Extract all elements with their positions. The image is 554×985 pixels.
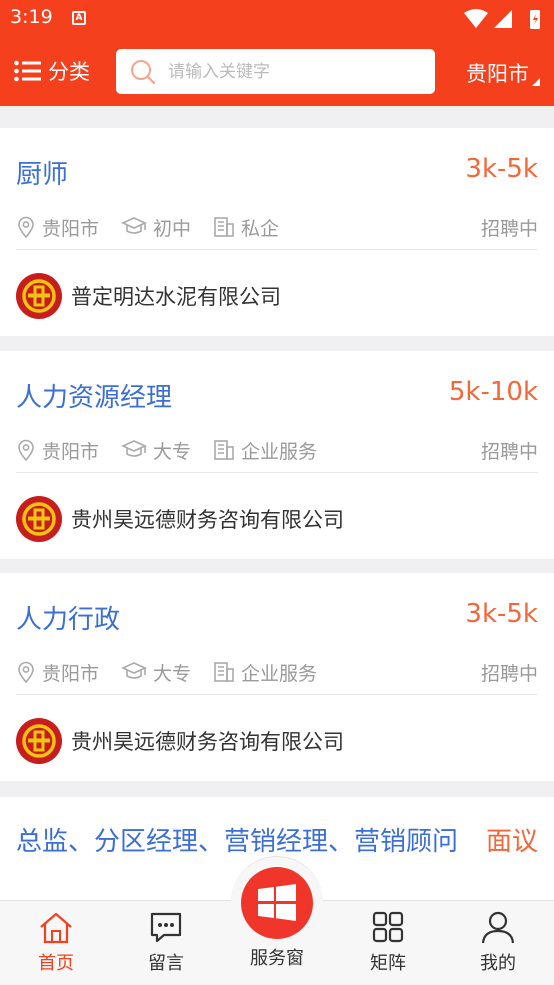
meta-education: 大专 — [121, 437, 191, 464]
job-title: 总监、分区经理、营销经理、营销顾问 — [16, 827, 459, 857]
building-icon — [214, 662, 234, 682]
app-header: 分类 贵阳市 — [0, 38, 554, 106]
signal-icon — [494, 10, 512, 28]
graduation-cap-icon — [121, 217, 147, 234]
building-icon — [214, 217, 234, 237]
building-icon — [214, 440, 234, 460]
job-card[interactable]: 人力资源经理 5k-10k 贵阳市 大专 企业服务 招聘中 贵州昊远德财务咨询有… — [0, 351, 554, 559]
meta-company-type: 企业服务 — [213, 659, 317, 686]
city-selector[interactable]: 贵阳市 — [466, 58, 540, 88]
status-icons — [464, 9, 540, 29]
grid-icon — [372, 911, 404, 943]
divider — [16, 472, 538, 473]
nav-matrix[interactable]: 矩阵 — [338, 901, 438, 985]
category-button[interactable]: 分类 — [14, 56, 90, 86]
home-icon — [40, 912, 72, 944]
nav-message-label: 留言 — [148, 953, 184, 974]
city-label: 贵阳市 — [466, 62, 529, 86]
job-title: 人力资源经理 — [16, 383, 173, 413]
nav-mine[interactable]: 我的 — [448, 901, 548, 985]
nav-mine-label: 我的 — [480, 953, 516, 974]
service-window-circle — [241, 866, 313, 939]
nav-home[interactable]: 首页 — [6, 901, 106, 985]
nav-service-label: 服务窗 — [250, 948, 304, 969]
meta-location: 贵阳市 — [16, 437, 99, 464]
user-icon — [481, 911, 515, 944]
dropdown-triangle-icon — [532, 78, 540, 86]
windows-logo-icon — [258, 883, 296, 921]
search-input[interactable] — [168, 61, 418, 82]
graduation-cap-icon — [121, 662, 147, 679]
service-window-button[interactable] — [231, 856, 323, 948]
graduation-cap-icon — [121, 440, 147, 457]
search-box[interactable] — [116, 49, 435, 94]
search-icon — [131, 59, 156, 84]
job-meta: 贵阳市 大专 企业服务 — [16, 437, 339, 463]
company-name: 普定明达水泥有限公司 — [71, 285, 281, 309]
company-row[interactable]: 贵州昊远德财务咨询有限公司 — [16, 496, 344, 542]
nav-home-label: 首页 — [38, 953, 74, 974]
job-meta: 贵阳市 初中 私企 — [16, 214, 301, 240]
meta-education: 大专 — [121, 659, 191, 686]
wifi-icon — [464, 9, 488, 28]
meta-company-type: 私企 — [213, 214, 279, 241]
list-menu-icon — [14, 60, 41, 82]
status-bar: 3:19 A — [0, 0, 554, 38]
nav-matrix-label: 矩阵 — [370, 953, 406, 974]
nav-message[interactable]: 留言 — [116, 901, 216, 985]
meta-location: 贵阳市 — [16, 659, 99, 686]
company-logo-icon — [16, 718, 62, 764]
job-card[interactable]: 厨师 3k-5k 贵阳市 初中 私企 招聘中 普定明达水泥有限公司 — [0, 128, 554, 336]
job-salary: 3k-5k — [465, 599, 538, 629]
chat-bubble-icon — [150, 912, 182, 943]
job-list[interactable]: 厨师 3k-5k 贵阳市 初中 私企 招聘中 普定明达水泥有限公司 人力资源经理… — [0, 106, 554, 900]
job-salary: 5k-10k — [448, 377, 538, 407]
job-status: 招聘中 — [480, 441, 538, 463]
location-pin-icon — [18, 661, 34, 683]
meta-company-type: 企业服务 — [213, 437, 317, 464]
company-name: 贵州昊远德财务咨询有限公司 — [71, 508, 344, 532]
category-label: 分类 — [48, 60, 90, 84]
divider — [16, 249, 538, 250]
company-row[interactable]: 普定明达水泥有限公司 — [16, 273, 281, 319]
job-status: 招聘中 — [480, 218, 538, 240]
company-logo-icon — [16, 273, 62, 319]
job-salary: 面议 — [485, 827, 538, 857]
notification-a-icon: A — [72, 11, 86, 25]
meta-location: 贵阳市 — [16, 214, 99, 241]
location-pin-icon — [18, 216, 34, 238]
company-row[interactable]: 贵州昊远德财务咨询有限公司 — [16, 718, 344, 764]
job-salary: 3k-5k — [465, 154, 538, 184]
job-meta: 贵阳市 大专 企业服务 — [16, 659, 339, 685]
company-name: 贵州昊远德财务咨询有限公司 — [71, 730, 344, 754]
location-pin-icon — [18, 439, 34, 461]
status-time: 3:19 — [10, 6, 53, 28]
meta-education: 初中 — [121, 214, 191, 241]
company-logo-icon — [16, 496, 62, 542]
job-title: 人力行政 — [16, 605, 121, 635]
divider — [16, 694, 538, 695]
job-title: 厨师 — [16, 160, 69, 190]
job-card[interactable]: 人力行政 3k-5k 贵阳市 大专 企业服务 招聘中 贵州昊远德财务咨询有限公司 — [0, 573, 554, 781]
job-status: 招聘中 — [480, 663, 538, 685]
